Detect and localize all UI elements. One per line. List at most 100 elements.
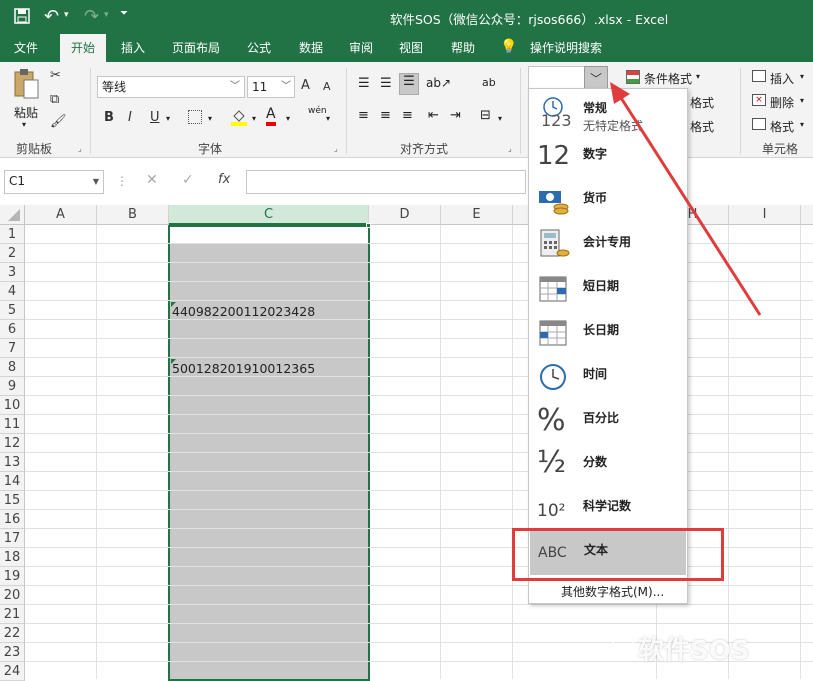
borders-dropdown-icon[interactable]: ▾ [208, 114, 212, 123]
row-header[interactable]: 4 [0, 282, 25, 301]
menu-item-percent[interactable]: % 百分比 [529, 399, 687, 443]
row-header[interactable]: 7 [0, 339, 25, 358]
fill-color-dropdown-icon[interactable]: ▾ [252, 114, 256, 123]
chevron-down-icon[interactable]: ﹀ [281, 77, 291, 97]
font-color-icon[interactable]: A [266, 106, 276, 126]
format-dropdown-icon[interactable]: ▾ [800, 120, 804, 129]
col-header-a[interactable]: A [25, 205, 97, 225]
menu-item-time[interactable]: 时间 [529, 355, 687, 399]
row-header[interactable]: 11 [0, 415, 25, 434]
tab-home[interactable]: 开始 [60, 34, 106, 62]
shrink-font-icon[interactable]: A [323, 80, 331, 93]
row-header[interactable]: 1 [0, 225, 25, 244]
insert-dropdown-icon[interactable]: ▾ [800, 72, 804, 81]
clipboard-launcher-icon[interactable]: ⌟ [78, 144, 82, 153]
row-header[interactable]: 22 [0, 624, 25, 643]
cut-icon[interactable]: ✂ [50, 68, 61, 83]
tab-insert[interactable]: 插入 [112, 34, 154, 62]
bottom-align-icon[interactable]: ☰ [399, 73, 419, 95]
align-left-icon[interactable]: ≡ [358, 108, 369, 123]
phonetic-dropdown-icon[interactable]: ▾ [326, 114, 330, 123]
menu-item-fraction[interactable]: ½ 分数 [529, 443, 687, 487]
borders-icon[interactable] [188, 110, 202, 124]
merge-dropdown-icon[interactable]: ▾ [498, 114, 502, 123]
undo-icon[interactable]: ↶ [44, 6, 59, 27]
align-right-icon[interactable]: ≡ [402, 108, 413, 123]
fill-color-icon[interactable] [230, 108, 248, 126]
row-header[interactable]: 14 [0, 472, 25, 491]
more-number-formats-link[interactable]: 其他数字格式(M)... [561, 583, 664, 600]
cell-c5[interactable]: 440982200112023428 [172, 304, 315, 319]
fill-handle[interactable] [366, 223, 371, 228]
paste-button[interactable]: 粘贴 [14, 104, 38, 121]
chevron-down-icon[interactable]: ﹀ [230, 77, 240, 97]
row-header[interactable]: 19 [0, 567, 25, 586]
row-header[interactable]: 13 [0, 453, 25, 472]
row-header[interactable]: 24 [0, 662, 25, 681]
tab-data[interactable]: 数据 [290, 34, 332, 62]
delete-cells-button[interactable]: 删除 [770, 94, 794, 111]
align-center-icon[interactable]: ≡ [380, 108, 391, 123]
row-header[interactable]: 12 [0, 434, 25, 453]
tab-view[interactable]: 视图 [390, 34, 432, 62]
row-header[interactable]: 9 [0, 377, 25, 396]
insert-cells-button[interactable]: 插入 [770, 70, 794, 87]
font-color-dropdown-icon[interactable]: ▾ [286, 114, 290, 123]
confirm-entry-icon[interactable]: ✓ [182, 172, 194, 188]
font-name-combo[interactable]: 等线 ﹀ [97, 76, 245, 98]
increase-indent-icon[interactable]: ⇥ [450, 108, 461, 123]
undo-dropdown-icon[interactable]: ▾ [64, 10, 69, 20]
font-launcher-icon[interactable]: ⌟ [334, 144, 338, 153]
format-cells-button[interactable]: 格式 [770, 118, 794, 135]
row-header[interactable]: 17 [0, 529, 25, 548]
cancel-entry-icon[interactable]: ✕ [146, 172, 158, 188]
italic-button[interactable]: I [128, 110, 132, 125]
alignment-launcher-icon[interactable]: ⌟ [508, 144, 512, 153]
row-header[interactable]: 23 [0, 643, 25, 662]
row-header[interactable]: 16 [0, 510, 25, 529]
save-icon[interactable] [14, 8, 30, 24]
col-header-c[interactable]: C [169, 205, 369, 225]
row-header[interactable]: 21 [0, 605, 25, 624]
tab-page-layout[interactable]: 页面布局 [164, 34, 228, 62]
tab-review[interactable]: 审阅 [340, 34, 382, 62]
row-header[interactable]: 15 [0, 491, 25, 510]
name-box-dropdown-icon[interactable]: ▼ [93, 172, 99, 192]
redo-dropdown-icon[interactable]: ▾ [104, 10, 109, 20]
row-header[interactable]: 2 [0, 244, 25, 263]
merge-center-icon[interactable]: ⊟ [480, 108, 491, 123]
middle-align-icon[interactable]: ☰ [380, 76, 392, 91]
customize-toolbar-icon[interactable]: ⏷ [120, 8, 128, 19]
orientation-icon[interactable]: ab↗ [426, 76, 451, 90]
format-painter-icon[interactable]: 🖌 [50, 114, 67, 129]
underline-button[interactable]: U [150, 110, 160, 125]
phonetic-icon[interactable]: wén [308, 106, 327, 116]
formula-input[interactable] [246, 170, 526, 194]
copy-icon[interactable]: ⧉ [50, 92, 59, 107]
bold-button[interactable]: B [104, 110, 114, 125]
row-header[interactable]: 8 [0, 358, 25, 377]
tell-me-search[interactable]: 操作说明搜索 [526, 34, 606, 62]
row-header[interactable]: 5 [0, 301, 25, 320]
underline-dropdown-icon[interactable]: ▾ [166, 114, 170, 123]
name-box[interactable]: C1 ▼ [4, 170, 104, 194]
decrease-indent-icon[interactable]: ⇤ [428, 108, 439, 123]
row-header[interactable]: 20 [0, 586, 25, 605]
redo-icon[interactable]: ↷ [84, 6, 99, 27]
tab-file[interactable]: 文件 [2, 34, 50, 62]
wrap-text-icon[interactable]: ab [482, 76, 496, 89]
delete-dropdown-icon[interactable]: ▾ [800, 96, 804, 105]
insert-function-icon[interactable]: fx [218, 172, 230, 187]
tab-formulas[interactable]: 公式 [238, 34, 280, 62]
grow-font-icon[interactable]: A [301, 78, 310, 93]
top-align-icon[interactable]: ☰ [358, 76, 370, 91]
row-header[interactable]: 3 [0, 263, 25, 282]
row-header[interactable]: 6 [0, 320, 25, 339]
col-header-e[interactable]: E [441, 205, 513, 225]
font-size-combo[interactable]: 11 ﹀ [247, 76, 295, 98]
select-all-corner[interactable] [0, 205, 25, 225]
paste-icon[interactable] [12, 68, 42, 100]
col-header-b[interactable]: B [97, 205, 169, 225]
cell-c8[interactable]: 500128201910012365 [172, 361, 315, 376]
row-header[interactable]: 10 [0, 396, 25, 415]
